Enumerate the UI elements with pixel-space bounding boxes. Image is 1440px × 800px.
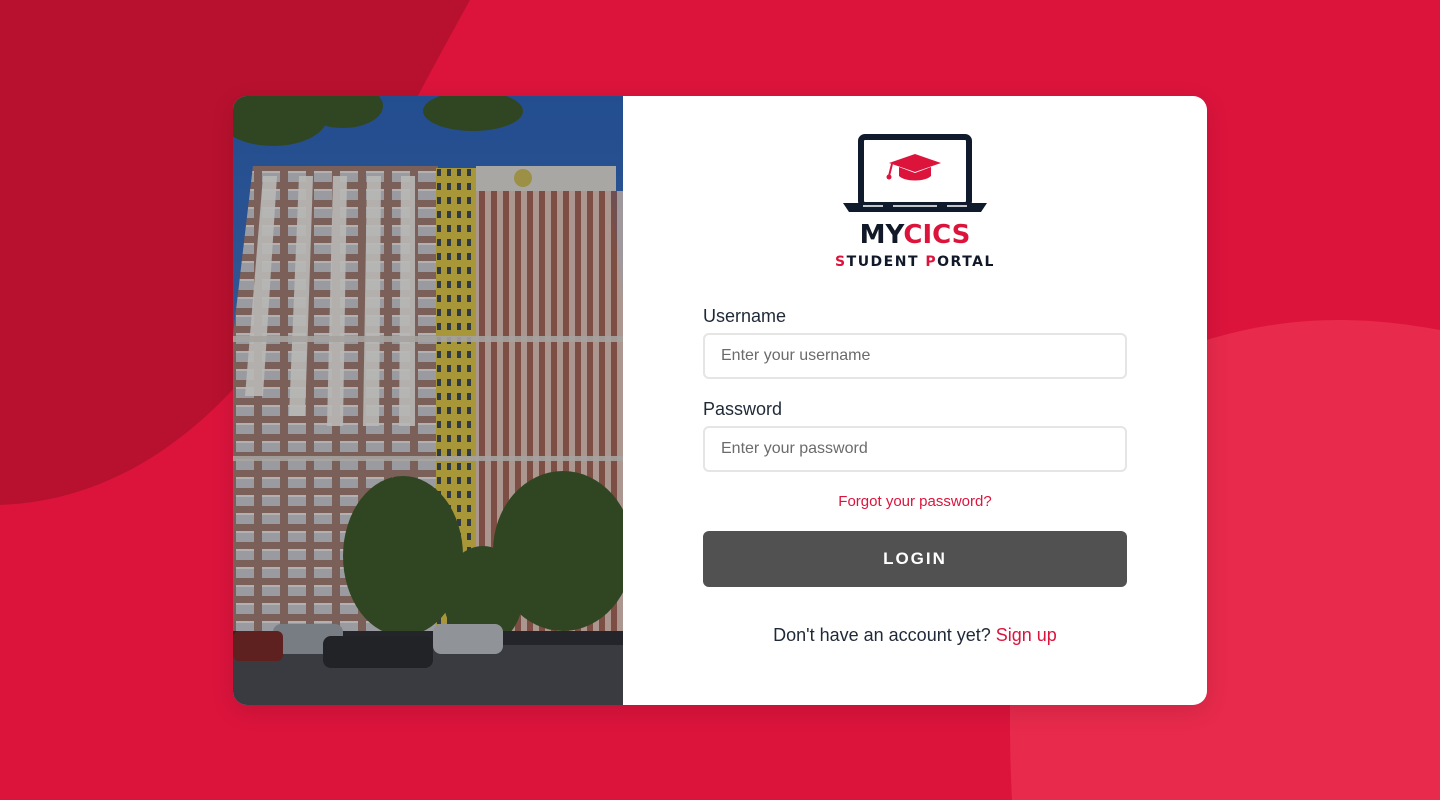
username-input[interactable] (703, 333, 1127, 379)
laptop-graduation-cap-icon (843, 134, 987, 212)
logo-title: MYCICS (813, 220, 1017, 250)
logo-title-cics: CICS (903, 220, 971, 250)
signup-row: Don't have an account yet? Sign up (703, 625, 1127, 646)
password-input[interactable] (703, 426, 1127, 472)
login-button[interactable]: LOGIN (703, 531, 1127, 587)
mycics-logo: MYCICS STUDENT PORTAL (813, 132, 1017, 282)
password-label: Password (703, 399, 783, 419)
logo-subtitle-p: P (925, 254, 938, 270)
logo-subtitle-ortal: ORTAL (937, 254, 995, 270)
logo-subtitle-s: S (835, 254, 847, 270)
logo-title-my: MY (859, 220, 904, 250)
logo-subtitle-tudent: TUDENT (846, 254, 926, 270)
building-photo (233, 96, 623, 705)
login-card: MYCICS STUDENT PORTAL Username Password … (233, 96, 1207, 705)
logo-subtitle: STUDENT PORTAL (813, 254, 1017, 270)
username-label: Username (703, 306, 787, 326)
forgot-password-link[interactable]: Forgot your password? (703, 493, 1127, 510)
signup-link[interactable]: Sign up (996, 625, 1057, 645)
login-form: MYCICS STUDENT PORTAL Username Password … (623, 96, 1207, 705)
signup-prompt: Don't have an account yet? (773, 625, 991, 645)
